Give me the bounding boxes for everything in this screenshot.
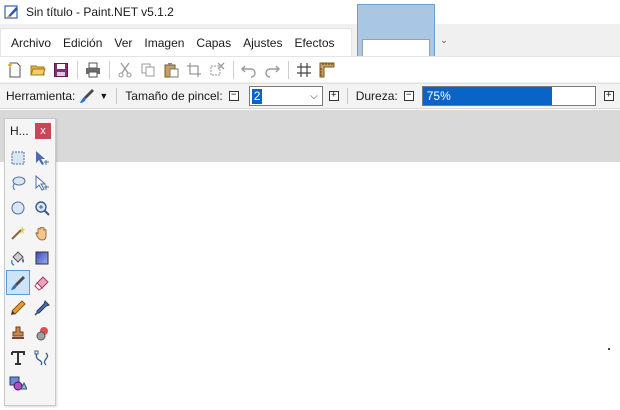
main-toolbar — [0, 56, 620, 82]
canvas-pixel — [608, 348, 610, 350]
tools-window: H... x — [4, 118, 56, 406]
brush-size-increase-button[interactable]: + — [328, 91, 339, 101]
save-icon[interactable] — [50, 59, 72, 81]
zoom-icon[interactable] — [30, 195, 54, 220]
hardness-decrease-button[interactable]: − — [403, 91, 414, 101]
text-icon[interactable] — [6, 345, 30, 370]
options-separator — [116, 88, 118, 104]
deselect-icon[interactable] — [206, 59, 228, 81]
eraser-icon[interactable] — [30, 270, 54, 295]
line-curve-icon[interactable] — [30, 345, 54, 370]
tools-window-title: H... — [10, 124, 29, 138]
tool-options-bar: Herramienta: ▼ Tamaño de pincel: − 2 ⌵ +… — [0, 83, 620, 109]
menu-ver[interactable]: Ver — [108, 29, 138, 57]
lasso-select-icon[interactable] — [6, 170, 30, 195]
ellipse-select-icon[interactable] — [6, 195, 30, 220]
toolbar-separator — [77, 60, 78, 79]
menu-bar: Archivo Edición Ver Imagen Capas Ajustes… — [0, 28, 352, 56]
magic-wand-icon[interactable] — [6, 220, 30, 245]
paintnet-app-icon[interactable] — [4, 4, 20, 20]
hardness-value: 75% — [426, 89, 451, 103]
window-title: Sin título - Paint.NET v5.1.2 — [26, 5, 174, 19]
menu-archivo[interactable]: Archivo — [5, 29, 57, 57]
pan-icon[interactable] — [30, 220, 54, 245]
move-selection-icon[interactable] — [30, 145, 54, 170]
copy-icon[interactable] — [137, 59, 159, 81]
new-file-icon[interactable] — [4, 59, 26, 81]
tools-window-header[interactable]: H... x — [5, 119, 55, 143]
hardness-slider[interactable]: 75% — [421, 86, 596, 106]
paste-icon[interactable] — [160, 59, 182, 81]
toolbar-separator — [233, 60, 234, 79]
hardness-label: Dureza: — [355, 89, 398, 103]
brush-size-decrease-button[interactable]: − — [228, 91, 239, 101]
color-picker-icon[interactable] — [30, 295, 54, 320]
open-folder-icon[interactable] — [27, 59, 49, 81]
paintbrush-icon — [80, 89, 95, 103]
canvas-top-margin — [0, 110, 620, 162]
brush-size-combobox[interactable]: 2 ⌵ — [248, 86, 323, 106]
chevron-down-icon: ⌵ — [310, 91, 318, 102]
redo-icon[interactable] — [261, 59, 283, 81]
close-icon[interactable]: x — [35, 123, 51, 139]
menu-edicion[interactable]: Edición — [57, 29, 108, 57]
thumbnail-dropdown-icon[interactable]: ⌄ — [438, 34, 450, 46]
hardness-increase-button[interactable]: + — [603, 91, 614, 101]
paint-bucket-icon[interactable] — [6, 245, 30, 270]
menu-imagen[interactable]: Imagen — [138, 29, 190, 57]
toolbar-separator — [288, 60, 289, 79]
options-separator — [346, 88, 348, 104]
ruler-icon[interactable] — [316, 59, 338, 81]
grid-icon[interactable] — [293, 59, 315, 81]
undo-icon[interactable] — [238, 59, 260, 81]
crop-icon[interactable] — [183, 59, 205, 81]
gradient-icon[interactable] — [30, 245, 54, 270]
clone-stamp-icon[interactable] — [6, 320, 30, 345]
cut-icon[interactable] — [114, 59, 136, 81]
paintbrush-icon[interactable] — [6, 270, 30, 295]
print-icon[interactable] — [82, 59, 104, 81]
tool-label: Herramienta: — [6, 89, 76, 103]
tool-dropdown-icon: ▼ — [99, 91, 109, 101]
menu-capas[interactable]: Capas — [190, 29, 237, 57]
toolbar-separator — [109, 60, 110, 79]
tool-grid — [5, 143, 55, 397]
tool-selector[interactable]: ▼ — [79, 88, 108, 104]
brush-size-label: Tamaño de pincel: — [125, 89, 223, 103]
rectangle-select-icon[interactable] — [6, 145, 30, 170]
shapes-icon[interactable] — [6, 370, 30, 395]
title-bar: Sin título - Paint.NET v5.1.2 — [0, 0, 620, 24]
menu-efectos[interactable]: Efectos — [288, 29, 340, 57]
pencil-icon[interactable] — [6, 295, 30, 320]
move-selected-icon[interactable] — [30, 170, 54, 195]
menu-ajustes[interactable]: Ajustes — [237, 29, 288, 57]
recolor-icon[interactable] — [30, 320, 54, 345]
brush-size-value: 2 — [251, 88, 263, 104]
